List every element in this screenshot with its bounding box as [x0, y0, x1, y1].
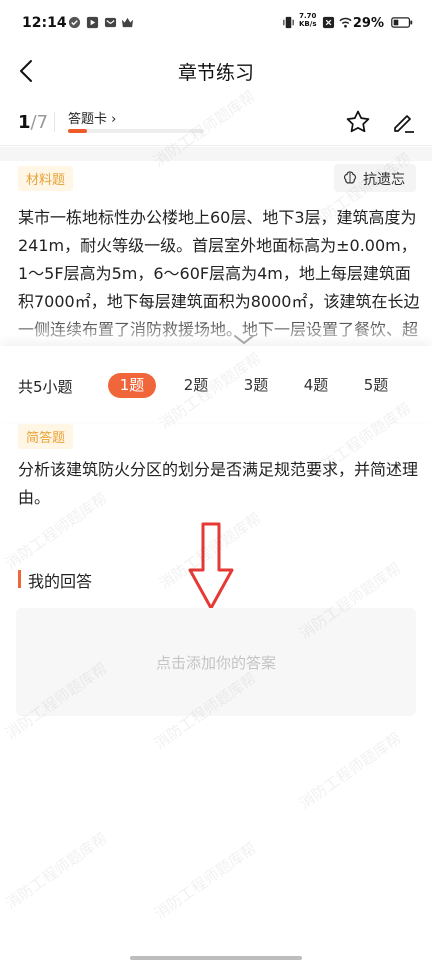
answer-card-link[interactable]: 答题卡 › [68, 108, 116, 127]
watermark: 消防工程师题库帮 [1, 829, 111, 913]
material-fade [0, 322, 432, 348]
home-indicator[interactable] [130, 956, 302, 960]
header: 章节练习 [0, 50, 432, 92]
close-box-icon [322, 16, 335, 29]
answer-placeholder: 点击添加你的答案 [155, 654, 276, 672]
material-tag: 材料题 [18, 166, 74, 191]
wifi-icon [339, 17, 352, 28]
question-type-tag: 简答题 [18, 424, 74, 449]
net-speed: 7.70 KB/s [299, 12, 317, 28]
mail-icon [104, 17, 117, 28]
watermark: 消防工程师题库帮 [295, 729, 405, 813]
divider [54, 112, 55, 132]
answer-card-progress-fill [68, 129, 88, 133]
page-title: 章节练习 [177, 62, 254, 84]
watermark: 消防工程师题库帮 [150, 839, 260, 923]
chevron-down-icon[interactable] [233, 334, 255, 346]
section-divider [0, 147, 432, 161]
question-tab-4[interactable]: 4题 [292, 373, 340, 398]
video-app-icon [86, 16, 99, 29]
question-progress: 1/7 [18, 112, 49, 133]
battery-icon [391, 17, 413, 28]
battery-percent: 29% [352, 16, 384, 31]
question-tab-5[interactable]: 5题 [352, 373, 400, 398]
answer-title: 我的回答 [28, 572, 93, 591]
edit-icon[interactable] [391, 109, 417, 135]
question-count: 共5小题 [18, 378, 73, 396]
vibrate-icon [283, 16, 294, 29]
answer-title-accent [18, 570, 21, 588]
check-circle-icon [68, 16, 81, 29]
crown-icon [121, 17, 134, 28]
status-bar: 12:14 7.70 KB/s 29% [0, 0, 432, 50]
star-icon[interactable] [345, 109, 371, 135]
status-time: 12:14 [22, 15, 67, 31]
question-tab-1[interactable]: 1题 [108, 373, 156, 398]
